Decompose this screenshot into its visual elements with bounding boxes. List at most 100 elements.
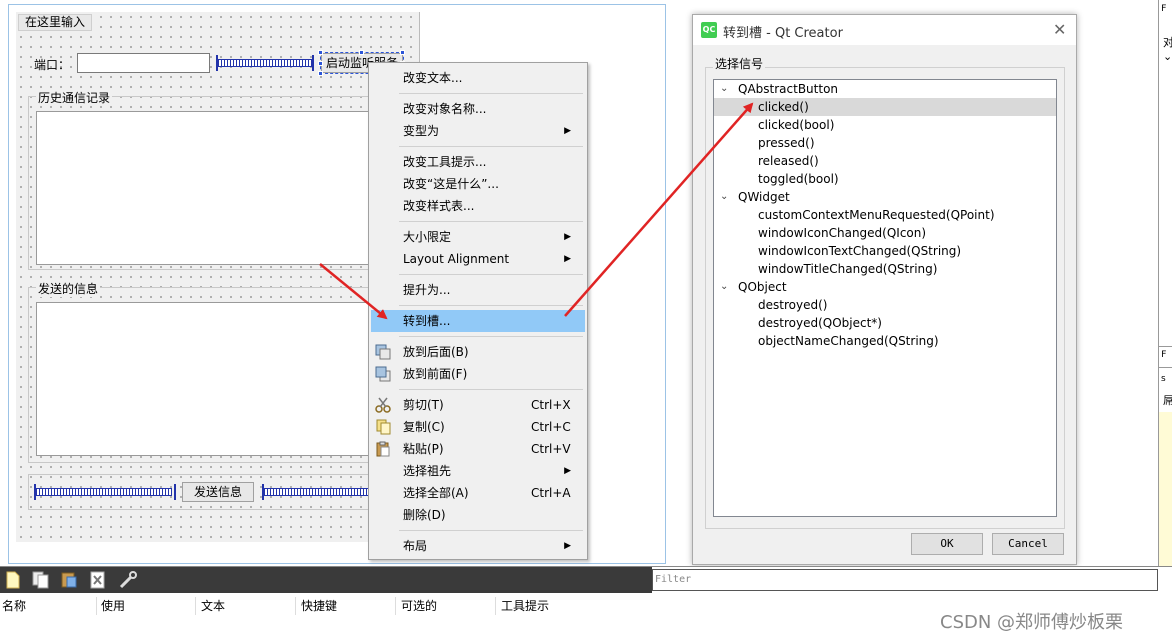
port-input[interactable] [77,53,210,73]
tree-class-node[interactable]: QWidget [738,188,790,206]
horizontal-spacer[interactable] [264,488,368,496]
column-header-name[interactable]: 名称 [0,597,97,615]
menu-separator [399,146,583,147]
spacer-end [174,484,176,500]
menu-item-label: 转到槽... [403,314,451,328]
form-title-tab[interactable]: 在这里输入 [18,14,93,31]
resize-handle[interactable] [318,61,323,66]
menu-item-label: 大小限定 [403,230,452,244]
tree-signal-node[interactable]: customContextMenuRequested(QPoint) [758,206,995,224]
menu-separator [399,336,583,337]
dialog-titlebar[interactable]: QC 转到槽 - Qt Creator ✕ [693,15,1076,45]
action-filter-input[interactable]: Filter [652,569,1158,591]
menu-item-change-text[interactable]: 改变文本... [371,67,585,89]
panel-fragment: 对 [1163,36,1172,49]
tree-class-node[interactable]: QObject [738,278,787,296]
tree-signal-selected-row[interactable]: clicked() [714,98,1056,116]
menu-item-size-constraints[interactable]: 大小限定 ▶ [371,226,585,248]
menu-shortcut: Ctrl+C [531,420,571,434]
menu-item-label: 选择全部(A) [403,486,469,500]
submenu-arrow-icon: ▶ [564,466,571,476]
menu-item-delete[interactable]: 删除(D) [371,504,585,526]
menu-item-cut[interactable]: 剪切(T) Ctrl+X [371,394,585,416]
menu-item-go-to-slot[interactable]: 转到槽... [371,310,585,332]
menu-item-promote-to[interactable]: 提升为... [371,279,585,301]
tree-signal-node[interactable]: objectNameChanged(QString) [758,332,939,350]
menu-item-label: 改变文本... [403,71,463,85]
tree-signal-node[interactable]: pressed() [758,134,815,152]
wrench-icon[interactable] [118,571,138,592]
watermark: CSDN @郑师傅炒板栗 [940,612,1124,633]
menu-separator [399,389,583,390]
menu-separator [399,305,583,306]
submenu-arrow-icon: ▶ [564,254,571,264]
menu-item-change-tooltip[interactable]: 改变工具提示... [371,151,585,173]
tree-signal-node[interactable]: toggled(bool) [758,170,839,188]
tree-class-node[interactable]: QAbstractButton [738,80,838,98]
menu-item-change-whatsthis[interactable]: 改变“这是什么”... [371,173,585,195]
new-action-icon[interactable] [6,571,20,592]
menu-item-change-object-name[interactable]: 改变对象名称... [371,98,585,120]
signal-group-title: 选择信号 [713,55,766,72]
menu-item-layout[interactable]: 布局 ▶ [371,535,585,557]
column-header-text[interactable]: 文本 [199,597,296,615]
column-header-checkable[interactable]: 可选的 [399,597,496,615]
menu-item-select-ancestor[interactable]: 选择祖先 ▶ [371,460,585,482]
copy-action-icon[interactable] [32,571,50,592]
delete-action-icon[interactable] [90,571,106,592]
panel-fragment: ⌄ [1163,50,1172,63]
history-textbox[interactable] [36,111,420,265]
tree-signal-node[interactable]: clicked(bool) [758,116,834,134]
tree-signal-node[interactable]: windowTitleChanged(QString) [758,260,937,278]
menu-item-layout-alignment[interactable]: Layout Alignment ▶ [371,248,585,270]
horizontal-spacer[interactable] [218,59,312,67]
menu-item-bring-to-front[interactable]: 放到前面(F) [371,363,585,385]
column-header-tooltip[interactable]: 工具提示 [499,597,596,615]
menu-separator [399,221,583,222]
menu-item-label: 变型为 [403,124,440,138]
paste-action-icon[interactable] [60,571,78,592]
resize-handle[interactable] [359,50,364,55]
menu-item-copy[interactable]: 复制(C) Ctrl+C [371,416,585,438]
tree-signal-node[interactable]: windowIconChanged(QIcon) [758,224,926,242]
send-textbox[interactable] [36,302,420,456]
go-to-slot-dialog: QC 转到槽 - Qt Creator ✕ 选择信号 ⌄ QAbstractBu… [692,14,1077,565]
property-highlight [1159,412,1172,566]
menu-item-label: 放到前面(F) [403,367,468,381]
right-side-panel: F 对 ⌄ F s 屌 [1158,0,1172,566]
ok-button[interactable]: OK [911,533,983,555]
menu-item-change-stylesheet[interactable]: 改变样式表... [371,195,585,217]
horizontal-spacer[interactable] [36,488,172,496]
menu-item-label: 改变样式表... [403,199,475,213]
menu-item-select-all[interactable]: 选择全部(A) Ctrl+A [371,482,585,504]
menu-shortcut: Ctrl+A [531,486,571,500]
menu-item-morph-into[interactable]: 变型为 ▶ [371,120,585,142]
resize-handle[interactable] [318,50,323,55]
send-button[interactable]: 发送信息 [182,482,254,502]
send-group-title: 发送的信息 [36,280,101,297]
column-header-used[interactable]: 使用 [99,597,196,615]
history-group-title: 历史通信记录 [36,89,113,106]
cancel-button[interactable]: Cancel [992,533,1064,555]
chevron-down-icon[interactable]: ⌄ [720,83,728,94]
tree-signal-node[interactable]: clicked() [714,100,809,114]
chevron-down-icon[interactable]: ⌄ [720,281,728,292]
menu-item-send-to-back[interactable]: 放到后面(B) [371,341,585,363]
menu-item-label: 放到后面(B) [403,345,469,359]
resize-handle[interactable] [400,50,405,55]
column-header-shortcut[interactable]: 快捷键 [299,597,396,615]
chevron-down-icon[interactable]: ⌄ [720,191,728,202]
tree-signal-node[interactable]: destroyed(QObject*) [758,314,882,332]
close-icon[interactable]: ✕ [1053,20,1066,39]
tree-signal-node[interactable]: destroyed() [758,296,827,314]
bring-to-front-icon [375,366,391,382]
tree-signal-node[interactable]: released() [758,152,819,170]
signal-tree[interactable]: ⌄ QAbstractButton clicked() clicked(bool… [713,79,1057,517]
menu-item-label: 改变对象名称... [403,102,487,116]
action-editor-toolbar [0,567,652,593]
menu-shortcut: Ctrl+V [531,442,571,456]
scissors-icon [375,397,391,413]
resize-handle[interactable] [318,71,323,76]
tree-signal-node[interactable]: windowIconTextChanged(QString) [758,242,961,260]
menu-item-paste[interactable]: 粘贴(P) Ctrl+V [371,438,585,460]
